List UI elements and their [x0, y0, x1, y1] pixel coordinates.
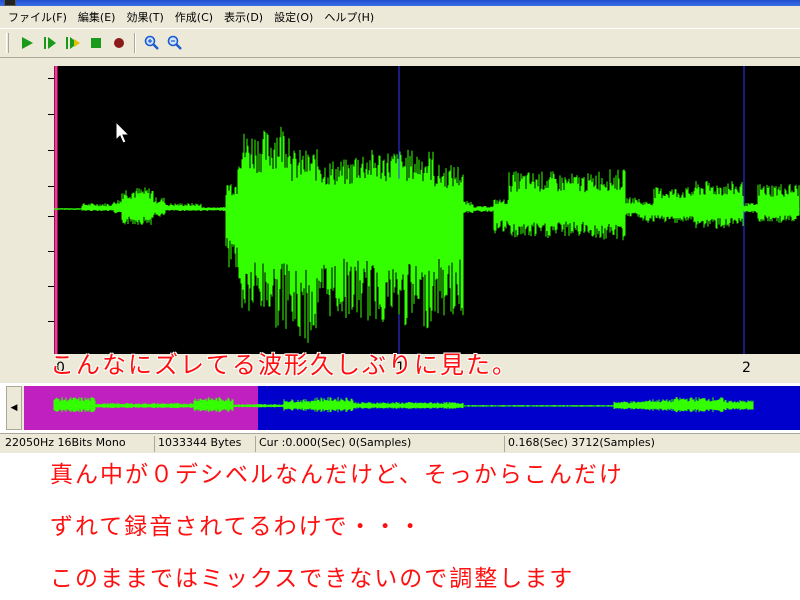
play-loop-button[interactable]: [61, 32, 84, 54]
play-loop-icon: [65, 37, 80, 49]
stop-icon: [90, 38, 101, 48]
overview-display[interactable]: [24, 386, 800, 430]
play-icon: [21, 37, 33, 49]
time-label-2: 2: [742, 360, 751, 376]
menu-view[interactable]: 表示(D): [220, 7, 267, 27]
stop-button[interactable]: [84, 32, 107, 54]
status-format: 22050Hz 16Bits Mono: [5, 436, 126, 449]
status-selection: 0.168(Sec) 3712(Samples): [504, 436, 655, 452]
zoom-in-icon: [144, 35, 159, 50]
toolbar-grip[interactable]: [6, 33, 9, 53]
mouse-pointer-icon: [115, 120, 131, 144]
annotation-line-1: 真ん中が０デシベルなんだけど、そっからこんだけ: [50, 462, 624, 488]
annotation-line-3: このままではミックスできないので調整します: [50, 566, 575, 592]
waveform-path: [54, 126, 800, 343]
record-icon: [113, 38, 124, 48]
amplitude-ruler: [6, 66, 54, 354]
menu-bar: ファイル(F) 編集(E) 効果(T) 作成(C) 表示(D) 設定(O) ヘル…: [0, 6, 800, 28]
scroll-left-button[interactable]: ◀: [6, 386, 22, 430]
menu-edit[interactable]: 編集(E): [74, 7, 120, 27]
menu-create[interactable]: 作成(C): [171, 7, 217, 27]
toolbar: [0, 28, 800, 58]
toolbar-separator: [134, 33, 136, 53]
play-selection-button[interactable]: [38, 32, 61, 54]
zoom-out-icon: [167, 35, 182, 50]
play-selection-icon: [43, 37, 56, 49]
overview-strip: ◀: [6, 386, 800, 430]
status-size: 1033344 Bytes: [154, 436, 241, 452]
status-bar: 22050Hz 16Bits Mono 1033344 Bytes Cur :0…: [0, 433, 800, 453]
zoom-out-button[interactable]: [163, 32, 186, 54]
menu-help[interactable]: ヘルプ(H): [320, 7, 378, 27]
zoom-in-button[interactable]: [140, 32, 163, 54]
waveform-display[interactable]: [54, 66, 800, 354]
menu-settings[interactable]: 設定(O): [270, 7, 317, 27]
annotation-top: こんなにズレてる波形久しぶりに見た。: [50, 351, 518, 379]
menu-effects[interactable]: 効果(T): [122, 7, 167, 27]
menu-file[interactable]: ファイル(F): [4, 7, 71, 27]
record-button[interactable]: [107, 32, 130, 54]
annotation-line-2: ずれて録音されてるわけで・・・: [50, 514, 424, 540]
play-button[interactable]: [15, 32, 38, 54]
status-cursor: Cur :0.000(Sec) 0(Samples): [255, 436, 411, 452]
